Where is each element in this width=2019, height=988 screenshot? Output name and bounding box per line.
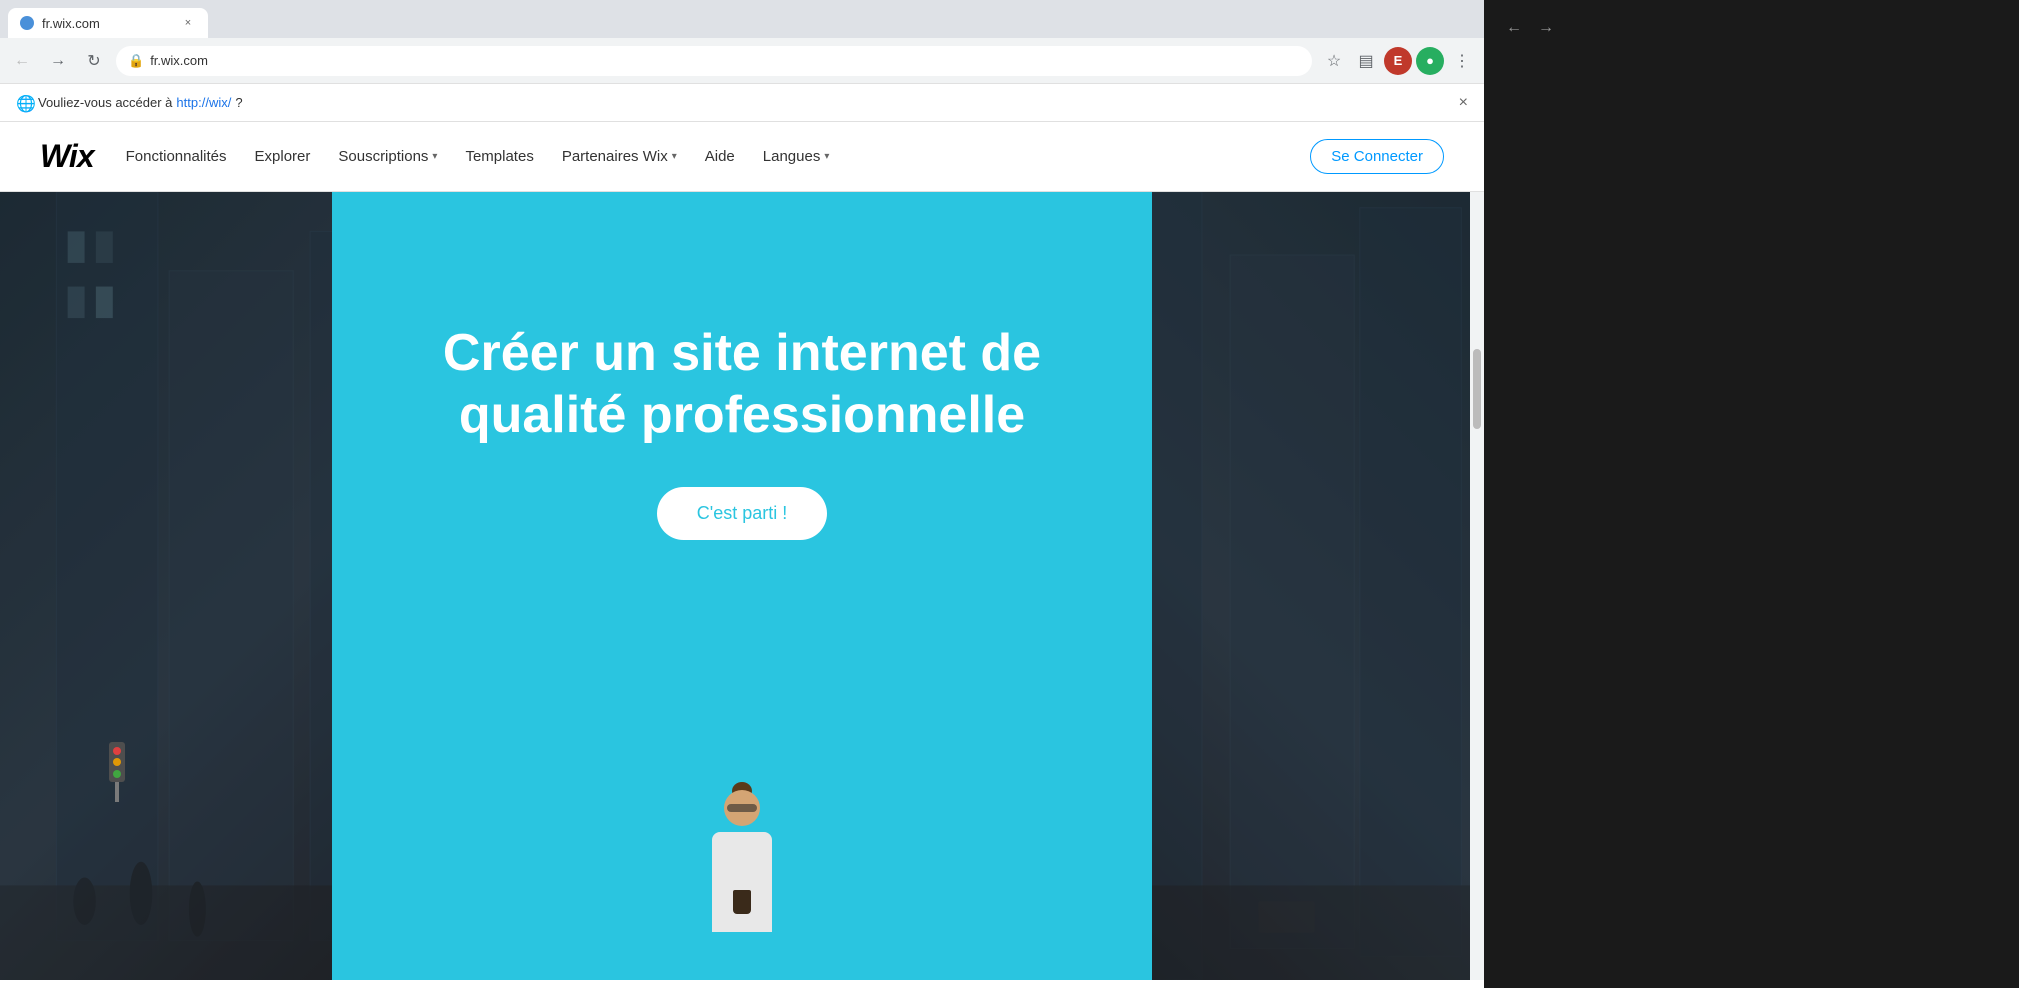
traffic-light-red xyxy=(113,747,121,755)
person-figure xyxy=(682,790,802,980)
forward-button[interactable]: → xyxy=(44,47,72,75)
traffic-light-left xyxy=(102,742,132,822)
scrollbar-thumb[interactable] xyxy=(1473,349,1481,429)
lock-icon: 🔒 xyxy=(128,53,144,69)
nav-aide[interactable]: Aide xyxy=(705,148,735,165)
notification-bar: 🌐 Vouliez-vous accéder à http://wix/ ? × xyxy=(0,84,1484,122)
person-body xyxy=(712,832,772,932)
browser-window: fr.wix.com × ← → ↻ 🔒 fr.wix.com ☆ ▤ E ● … xyxy=(0,0,1484,988)
partenaires-chevron-icon: ▾ xyxy=(672,151,677,162)
nav-langues[interactable]: Langues ▾ xyxy=(763,148,830,165)
address-text: fr.wix.com xyxy=(150,53,1300,68)
traffic-light-yellow xyxy=(113,758,121,766)
person-area xyxy=(642,780,842,980)
tab-title: fr.wix.com xyxy=(42,16,100,31)
traffic-light-green xyxy=(113,770,121,778)
extension-button[interactable]: ● xyxy=(1416,47,1444,75)
notification-link[interactable]: http://wix/ xyxy=(176,95,231,110)
nav-links: Fonctionnalités Explorer Souscriptions ▾… xyxy=(126,148,1311,165)
right-panel: ← → xyxy=(1484,0,2019,988)
nav-arrows: ← → xyxy=(1500,14,1560,42)
nav-souscriptions[interactable]: Souscriptions ▾ xyxy=(338,148,437,165)
refresh-button[interactable]: ↻ xyxy=(80,47,108,75)
tab-favicon xyxy=(20,16,34,30)
notification-text-before: Vouliez-vous accéder à xyxy=(38,95,172,110)
wix-navbar: Wix Fonctionnalités Explorer Souscriptio… xyxy=(0,122,1484,192)
forward-arrow[interactable]: → xyxy=(1532,14,1560,42)
langues-chevron-icon: ▾ xyxy=(824,151,829,162)
souscriptions-chevron-icon: ▾ xyxy=(432,151,437,162)
bookmark-button[interactable]: ☆ xyxy=(1320,47,1348,75)
globe-icon: 🌐 xyxy=(16,94,34,112)
nav-explorer[interactable]: Explorer xyxy=(255,148,311,165)
tab-bar: fr.wix.com × xyxy=(0,0,1484,38)
nav-partenaires[interactable]: Partenaires Wix ▾ xyxy=(562,148,677,165)
person-glasses xyxy=(727,804,757,812)
toolbar-icons: ☆ ▤ E ● ⋮ xyxy=(1320,47,1476,75)
browser-tab[interactable]: fr.wix.com × xyxy=(8,8,208,38)
hero-section: Créer un site internet de qualité profes… xyxy=(0,192,1484,980)
person-cup xyxy=(733,890,751,914)
hero-title: Créer un site internet de qualité profes… xyxy=(443,322,1041,447)
nav-templates[interactable]: Templates xyxy=(465,148,533,165)
se-connecter-button[interactable]: Se Connecter xyxy=(1310,139,1444,174)
back-button[interactable]: ← xyxy=(8,47,36,75)
scrollbar[interactable] xyxy=(1470,192,1484,980)
tab-close-button[interactable]: × xyxy=(180,15,196,31)
profile-button[interactable]: E xyxy=(1384,47,1412,75)
notification-close-button[interactable]: × xyxy=(1459,94,1468,112)
wix-logo-text: Wix xyxy=(40,138,94,174)
back-arrow[interactable]: ← xyxy=(1500,14,1528,42)
person-head xyxy=(724,790,760,826)
nav-fonctionnalites[interactable]: Fonctionnalités xyxy=(126,148,227,165)
address-bar-row: ← → ↻ 🔒 fr.wix.com ☆ ▤ E ● ⋮ xyxy=(0,38,1484,84)
hero-box: Créer un site internet de qualité profes… xyxy=(332,192,1152,980)
hero-cta-button[interactable]: C'est parti ! xyxy=(657,487,827,540)
menu-button[interactable]: ⋮ xyxy=(1448,47,1476,75)
address-bar[interactable]: 🔒 fr.wix.com xyxy=(116,46,1312,76)
cast-button[interactable]: ▤ xyxy=(1352,47,1380,75)
notification-text-after: ? xyxy=(235,95,242,110)
wix-logo[interactable]: Wix xyxy=(40,138,94,175)
